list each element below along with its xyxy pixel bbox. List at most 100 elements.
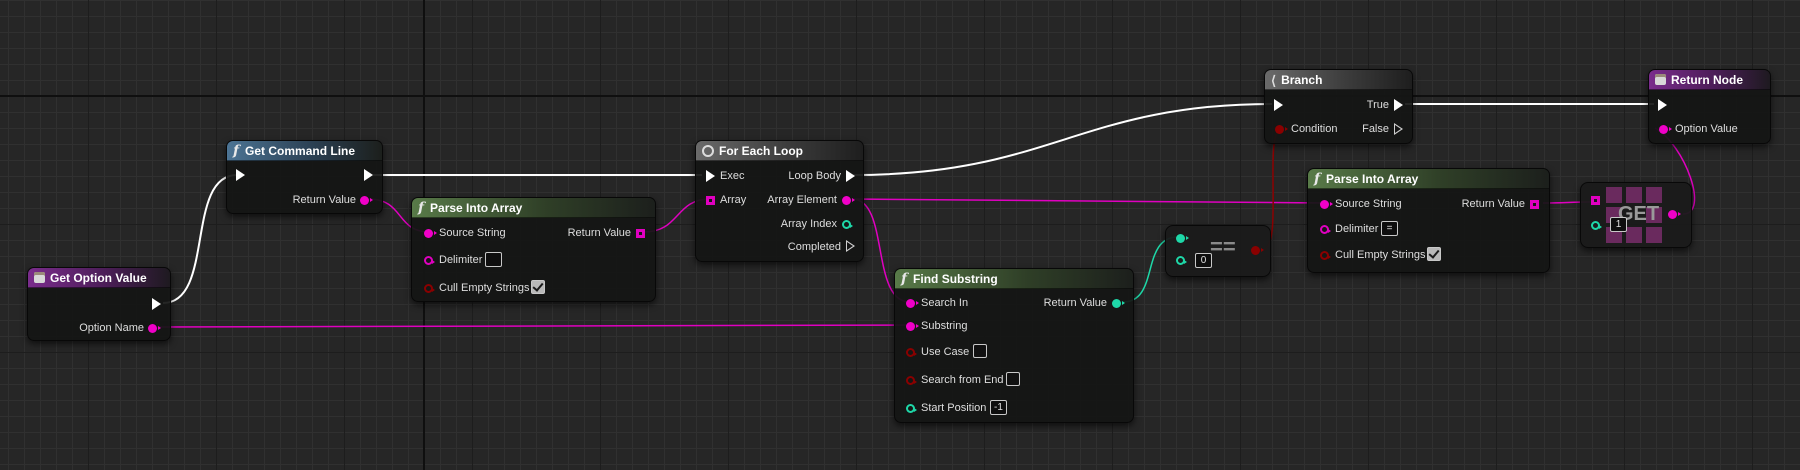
pin-label: Option Name	[79, 322, 144, 334]
pin-label: Delimiter	[439, 254, 483, 266]
condition-pin[interactable]	[1275, 125, 1288, 134]
node-header: f Parse Into Array	[1308, 169, 1549, 189]
source-string-pin[interactable]	[1320, 200, 1333, 209]
completed-pin[interactable]	[846, 240, 855, 252]
cull-empty-strings-pin[interactable]	[424, 284, 435, 293]
option-name-pin[interactable]	[148, 324, 161, 333]
exec-in-pin[interactable]	[236, 169, 245, 181]
exec-in-pin[interactable]	[1658, 99, 1667, 111]
node-for-each-loop[interactable]: For Each Loop Exec Loop Body Array Array…	[695, 140, 864, 262]
pin-label: Search from End	[921, 374, 1004, 386]
loop-body-pin[interactable]	[846, 170, 855, 182]
delimiter-pin[interactable]	[1320, 225, 1331, 234]
cull-empty-strings-checkbox[interactable]	[1427, 247, 1441, 261]
equals-input-b-pin[interactable]	[1176, 256, 1187, 265]
function-f-icon: f	[1314, 170, 1321, 187]
entry-box-icon	[1655, 74, 1666, 85]
search-from-end-checkbox[interactable]	[1006, 372, 1020, 386]
node-equals[interactable]: 0 ==	[1165, 225, 1271, 277]
get-array-pin[interactable]	[1591, 196, 1600, 205]
return-value-pin[interactable]	[360, 196, 373, 205]
pin-label: Cull Empty Strings	[1335, 249, 1426, 261]
node-title: Find Substring	[913, 271, 998, 286]
pin-label: Return Value	[292, 194, 356, 206]
pin-label: Exec	[720, 170, 745, 182]
pin-label: Source String	[1335, 198, 1402, 210]
node-parse-into-array[interactable]: f Parse Into Array Source String Return …	[411, 197, 656, 302]
entry-box-icon	[34, 272, 45, 283]
node-header: For Each Loop	[696, 141, 863, 161]
start-position-pin[interactable]	[906, 404, 917, 413]
node-header: f Parse Into Array	[412, 198, 655, 218]
node-get-option-value[interactable]: Get Option Value Option Name	[27, 267, 171, 341]
node-return-node[interactable]: Return Node Option Value	[1648, 69, 1771, 144]
return-value-pin[interactable]	[1112, 299, 1125, 308]
node-get-command-line[interactable]: f Get Command Line Return Value	[226, 140, 383, 214]
node-header: f Get Command Line	[227, 141, 382, 161]
function-f-icon: f	[233, 142, 240, 159]
search-in-pin[interactable]	[906, 299, 919, 308]
get-output-pin[interactable]	[1668, 210, 1681, 219]
false-pin[interactable]	[1394, 123, 1403, 135]
equals-output-pin[interactable]	[1251, 246, 1264, 255]
node-header: Return Node	[1649, 70, 1770, 90]
substring-pin[interactable]	[906, 322, 919, 331]
use-case-checkbox[interactable]	[973, 344, 987, 358]
start-position-field[interactable]: -1	[990, 400, 1007, 415]
pin-label: False	[1362, 123, 1389, 135]
option-value-pin[interactable]	[1659, 125, 1672, 134]
function-f-icon: f	[418, 199, 425, 216]
search-from-end-pin[interactable]	[906, 376, 917, 385]
source-string-pin[interactable]	[424, 229, 437, 238]
node-header: f Find Substring	[895, 269, 1133, 289]
pin-label: Array	[720, 194, 747, 206]
pin-label: True	[1366, 99, 1389, 111]
equals-symbol: ==	[1210, 234, 1236, 259]
node-title: For Each Loop	[719, 143, 803, 158]
node-title: Get Command Line	[245, 143, 356, 158]
exec-in-pin[interactable]	[706, 170, 715, 182]
pin-label: Option Value	[1675, 123, 1738, 135]
delimiter-field[interactable]	[485, 252, 502, 267]
array-element-pin[interactable]	[842, 196, 855, 205]
pin-label: Return Value	[1461, 198, 1525, 210]
exec-out-pin[interactable]	[364, 169, 373, 181]
delimiter-pin[interactable]	[424, 256, 435, 265]
exec-wire-loop-to-branch	[852, 103, 1273, 176]
node-find-substring[interactable]: f Find Substring Search In Return Value …	[894, 268, 1134, 423]
node-title: Parse Into Array	[430, 200, 523, 215]
cull-empty-strings-checkbox[interactable]	[531, 280, 545, 294]
use-case-pin[interactable]	[906, 348, 917, 357]
pin-label: Cull Empty Strings	[439, 282, 530, 294]
true-pin[interactable]	[1394, 99, 1403, 111]
pin-label: Array Index	[780, 218, 837, 230]
pin-label: Start Position	[921, 402, 987, 414]
pin-label: Completed	[787, 241, 841, 253]
equals-input-a-pin[interactable]	[1176, 234, 1189, 243]
pin-label: Return Value	[567, 227, 631, 239]
pin-label: Substring	[921, 320, 968, 332]
wire-optionname-to-substring	[157, 324, 916, 328]
delimiter-field[interactable]: =	[1381, 221, 1398, 236]
get-index-pin[interactable]	[1591, 221, 1602, 230]
node-title: Parse Into Array	[1326, 171, 1419, 186]
pin-label: Loop Body	[788, 170, 841, 182]
array-index-pin[interactable]	[842, 220, 853, 229]
cull-empty-strings-pin[interactable]	[1320, 251, 1331, 260]
node-title: Get Option Value	[50, 270, 147, 285]
pin-label: Source String	[439, 227, 506, 239]
node-title: Return Node	[1671, 72, 1743, 87]
node-header: ⟨ Branch	[1265, 70, 1412, 90]
get-index-field[interactable]: 1	[1610, 217, 1627, 232]
pin-label: Use Case	[921, 346, 970, 358]
node-branch[interactable]: ⟨ Branch True Condition False	[1264, 69, 1413, 144]
exec-in-pin[interactable]	[1274, 99, 1283, 111]
return-value-array-pin[interactable]	[636, 229, 645, 238]
array-pin[interactable]	[706, 196, 715, 205]
pin-label: Condition	[1291, 123, 1338, 135]
node-get[interactable]: GET 1	[1580, 182, 1692, 248]
node-parse-into-array-2[interactable]: f Parse Into Array Source String Return …	[1307, 168, 1550, 273]
return-value-array-pin[interactable]	[1530, 200, 1539, 209]
pin-label: Array Element	[767, 194, 837, 206]
exec-out-pin[interactable]	[152, 298, 161, 310]
